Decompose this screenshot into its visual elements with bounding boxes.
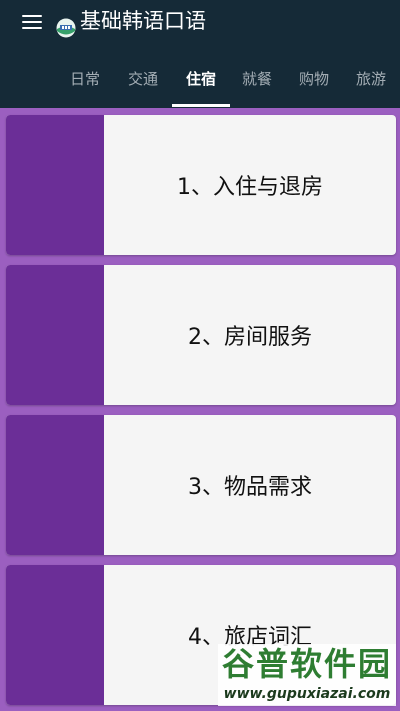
site-watermark: 谷普软件园 www.gupuxiazai.com [218, 644, 396, 706]
lesson-title: 3、物品需求 [188, 475, 312, 500]
watermark-brand: 谷普软件园 [221, 645, 392, 683]
tab-dining[interactable]: 就餐 [228, 60, 286, 106]
card-accent [6, 115, 104, 255]
tab-transport[interactable]: 交通 [114, 60, 172, 106]
tab-travel[interactable]: 旅游 [342, 60, 400, 106]
app-bar: 基础韩语口语 日常 交通 住宿 就餐 购物 旅游 [0, 0, 400, 108]
card-accent [6, 265, 104, 405]
app-logo-icon [56, 18, 76, 38]
active-tab-indicator [172, 104, 230, 107]
tab-accommodation[interactable]: 住宿 [172, 60, 230, 106]
card-accent [6, 565, 104, 705]
lesson-list[interactable]: 1、入住与退房 2、房间服务 3、物品需求 4、旅店词汇 [0, 108, 400, 711]
lesson-title: 1、入住与退房 [177, 175, 323, 200]
lesson-card[interactable]: 1、入住与退房 [6, 115, 396, 255]
category-tabs: 日常 交通 住宿 就餐 购物 旅游 [0, 60, 400, 108]
card-accent [6, 415, 104, 555]
tab-shopping[interactable]: 购物 [285, 60, 343, 106]
lesson-card[interactable]: 2、房间服务 [6, 265, 396, 405]
lesson-card[interactable]: 3、物品需求 [6, 415, 396, 555]
app-title: 基础韩语口语 [80, 9, 206, 33]
tab-daily[interactable]: 日常 [56, 60, 114, 106]
lesson-title: 2、房间服务 [188, 325, 312, 350]
menu-button[interactable] [12, 8, 52, 36]
watermark-url: www.gupuxiazai.com [223, 686, 391, 702]
hamburger-menu-icon [22, 15, 42, 29]
